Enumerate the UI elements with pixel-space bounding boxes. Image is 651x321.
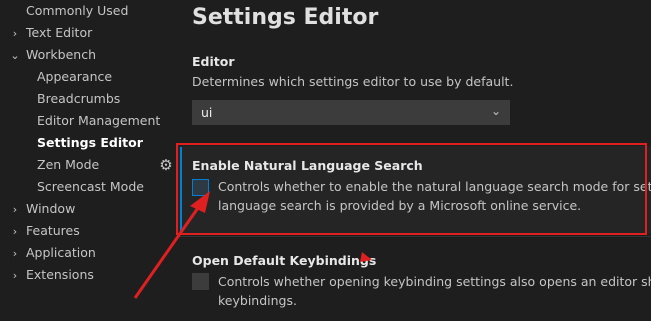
page-title: Settings Editor	[192, 5, 379, 30]
setting-description: Determines which settings editor to use …	[192, 74, 514, 89]
divider	[178, 236, 651, 237]
sidebar-item-label: Features	[26, 223, 80, 238]
sidebar-item-label: Screencast Mode	[37, 179, 144, 194]
sidebar-item-commonly-used[interactable]: Commonly Used	[10, 0, 128, 22]
sidebar-item-label: Application	[26, 245, 96, 260]
sidebar-item-label: Commonly Used	[26, 3, 129, 18]
sidebar-item-settings-editor[interactable]: Settings Editor	[37, 132, 143, 154]
sidebar-item-application[interactable]: › Application	[10, 242, 96, 264]
select-value: ui	[201, 105, 213, 120]
setting-description-line2: keybindings.	[218, 293, 297, 308]
sidebar-item-screencast-mode[interactable]: Screencast Mode	[37, 176, 144, 198]
sidebar-item-workbench[interactable]: ⌄ Workbench	[10, 44, 96, 66]
sidebar-item-extensions[interactable]: › Extensions	[10, 264, 94, 286]
sidebar-item-label: Editor Management	[37, 113, 161, 128]
chevron-right-icon: ›	[12, 225, 18, 238]
sidebar-item-label: Window	[26, 201, 76, 216]
sidebar-item-editor-management[interactable]: Editor Management	[37, 110, 160, 132]
chevron-right-icon: ›	[12, 203, 18, 216]
sidebar-item-label: Extensions	[26, 267, 94, 282]
open-default-keybindings-checkbox[interactable]	[192, 273, 209, 290]
chevron-down-icon: ⌄	[490, 104, 501, 118]
sidebar-item-text-editor[interactable]: › Text Editor	[10, 22, 92, 44]
sidebar-item-appearance[interactable]: Appearance	[37, 66, 112, 88]
chevron-right-icon: ›	[12, 269, 18, 282]
setting-title: Editor	[192, 54, 235, 69]
sidebar-item-features[interactable]: › Features	[10, 220, 80, 242]
chevron-down-icon: ⌄	[10, 49, 20, 62]
chevron-right-icon: ›	[12, 27, 18, 40]
editor-select[interactable]: ui ⌄	[192, 100, 510, 125]
chevron-right-icon: ›	[12, 247, 18, 260]
setting-description-line1: Controls whether opening keybinding sett…	[218, 274, 651, 289]
sidebar-item-label: Breadcrumbs	[37, 91, 121, 106]
sidebar-item-label: Appearance	[37, 69, 113, 84]
sidebar-item-zen-mode[interactable]: Zen Mode	[37, 154, 99, 176]
settings-toc-sidebar: Commonly Used › Text Editor ⌄ Workbench Ap…	[0, 0, 178, 321]
sidebar-item-breadcrumbs[interactable]: Breadcrumbs	[37, 88, 120, 110]
setting-open-default-keybindings: Open Default Keybindings Controls whethe…	[178, 242, 651, 321]
sidebar-item-label: Text Editor	[26, 25, 93, 40]
annotation-highlight-box	[176, 143, 647, 235]
gear-icon[interactable]: ⚙	[157, 156, 175, 174]
setting-title: Open Default Keybindings	[192, 253, 377, 268]
sidebar-item-window[interactable]: › Window	[10, 198, 76, 220]
sidebar-item-label: Zen Mode	[37, 157, 100, 172]
sidebar-item-label: Settings Editor	[37, 135, 143, 150]
sidebar-item-label: Workbench	[26, 47, 96, 62]
